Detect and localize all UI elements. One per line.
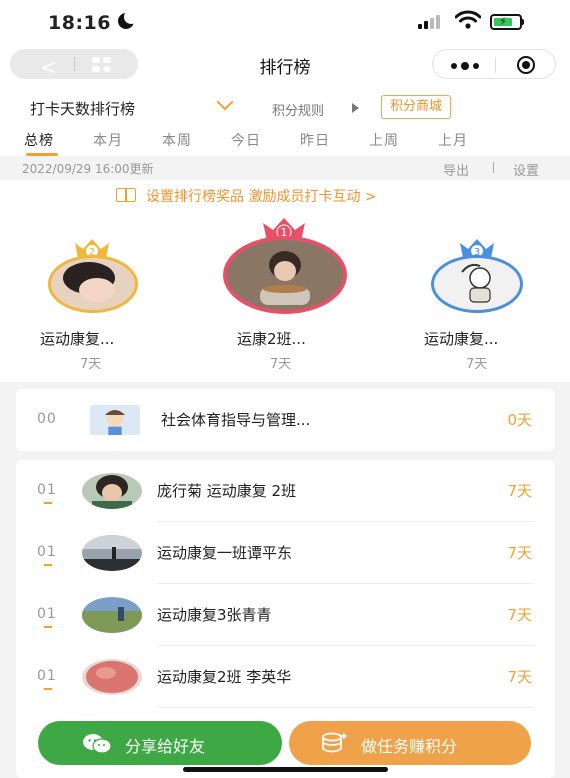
ranking-selector: 打卡天数排行榜 积分规则 积分商城	[0, 86, 570, 128]
rank-number: 00	[37, 411, 57, 427]
period-tabs: 总榜 本月 本周 今日 昨日 上周 上月	[0, 128, 570, 156]
member-name: 运动康复2班 李英华	[157, 668, 292, 686]
tab-yesterday[interactable]: 昨日	[300, 130, 330, 150]
podium-days: 7天	[466, 357, 488, 372]
points-rules-link[interactable]: 积分规则	[272, 100, 324, 119]
points-mall-button[interactable]: 积分商城	[381, 95, 452, 119]
gift-icon	[116, 188, 136, 202]
home-indicator	[183, 767, 388, 772]
checkin-days: 7天	[507, 606, 532, 624]
prize-banner-text: 设置排行榜奖品 激励成员打卡互动 >	[146, 189, 377, 205]
podium-name: 运动康复...	[424, 330, 499, 348]
tab-today[interactable]: 今日	[231, 130, 261, 150]
podium-rank-3[interactable]: 3 运动康复... 7天	[380, 208, 570, 382]
avatar	[223, 236, 347, 314]
status-time: 18:16	[48, 12, 111, 34]
checkin-days: 7天	[507, 668, 532, 686]
rank-number: 01	[37, 482, 57, 498]
mini-program-capsule	[432, 49, 556, 79]
task-button-label: 做任务赚积分	[361, 737, 458, 756]
tab-last-week[interactable]: 上周	[369, 130, 399, 150]
list-item[interactable]: 01 运动康复3张青青 7天	[16, 584, 555, 646]
podium-rank-1[interactable]: 1 运康2班... 7天	[190, 208, 380, 382]
list-item[interactable]: 01 庞行菊 运动康复 2班 7天	[16, 460, 555, 522]
checkin-days: 7天	[507, 544, 532, 562]
battery-icon: ⚡	[490, 14, 524, 30]
podium-name: 运康2班...	[237, 330, 306, 348]
rank-underline	[44, 626, 52, 628]
avatar	[431, 255, 523, 313]
my-rank-card: 00 社会体育指导与管理... 0天	[16, 389, 555, 451]
avatar	[82, 597, 142, 633]
checkin-days: 0天	[507, 411, 532, 429]
earn-points-button[interactable]: 做任务赚积分	[289, 721, 531, 765]
coin-stack-icon	[322, 732, 347, 753]
ranking-type-label[interactable]: 打卡天数排行榜	[30, 98, 135, 119]
tab-total[interactable]: 总榜	[24, 130, 54, 150]
list-item[interactable]: 01 运动康复一班谭平东 7天	[16, 522, 555, 584]
update-row: 2022/09/29 16:00更新 导出 设置	[0, 156, 570, 180]
share-button-label: 分享给好友	[125, 737, 206, 756]
rank-underline	[44, 688, 52, 690]
podium-rank-2[interactable]: 2 运动康复... 7天	[0, 208, 190, 382]
chevron-down-icon[interactable]	[216, 93, 234, 111]
export-button[interactable]: 导出	[443, 160, 469, 179]
status-bar: 18:16 ⚡	[0, 0, 570, 46]
avatar	[82, 473, 142, 509]
rank-number: 01	[37, 544, 57, 560]
podium: 2 运动康复... 7天 1 运康2班... 7天 3 运动康复... 7天	[0, 208, 570, 382]
member-name: 社会体育指导与管理...	[161, 411, 311, 429]
podium-days: 7天	[80, 357, 102, 372]
settings-button[interactable]: 设置	[513, 160, 539, 179]
nav-bar: < 排行榜	[0, 46, 570, 86]
member-name: 运动康复一班谭平东	[157, 544, 293, 562]
tab-this-month[interactable]: 本月	[93, 130, 123, 150]
podium-days: 7天	[270, 357, 292, 372]
avatar	[90, 405, 140, 435]
divider	[493, 162, 494, 173]
rank-underline	[44, 564, 52, 566]
share-to-friends-button[interactable]: 分享给好友	[38, 721, 282, 765]
wechat-icon	[83, 734, 112, 754]
triangle-right-icon	[352, 103, 359, 113]
member-name: 运动康复3张青青	[157, 606, 272, 624]
moon-icon	[118, 10, 138, 29]
wifi-icon	[455, 10, 481, 29]
rank-number: 01	[37, 668, 57, 684]
avatar	[82, 659, 142, 695]
signal-icon	[418, 15, 446, 29]
update-timestamp: 2022/09/29 16:00更新	[22, 162, 154, 176]
prize-banner[interactable]: 设置排行榜奖品 激励成员打卡互动 >	[0, 180, 570, 208]
list-item[interactable]: 00 社会体育指导与管理... 0天	[16, 389, 555, 451]
list-item[interactable]: 01 运动康复2班 李英华 7天	[16, 646, 555, 708]
rank-underline	[44, 502, 52, 504]
avatar	[48, 255, 138, 313]
tab-last-month[interactable]: 上月	[438, 130, 468, 150]
rank-number: 01	[37, 606, 57, 622]
close-mini-program-icon[interactable]	[517, 56, 535, 74]
tab-this-week[interactable]: 本周	[162, 130, 192, 150]
avatar	[82, 535, 142, 571]
member-name: 庞行菊 运动康复 2班	[157, 482, 297, 500]
podium-name: 运动康复...	[40, 330, 115, 348]
divider	[157, 707, 533, 708]
more-icon[interactable]	[451, 62, 479, 70]
leaderboard-page: 18:16 ⚡ < 排行榜 打卡天数排行榜 积分规则 积分商城 总榜 本月 本周…	[0, 0, 570, 778]
checkin-days: 7天	[507, 482, 532, 500]
